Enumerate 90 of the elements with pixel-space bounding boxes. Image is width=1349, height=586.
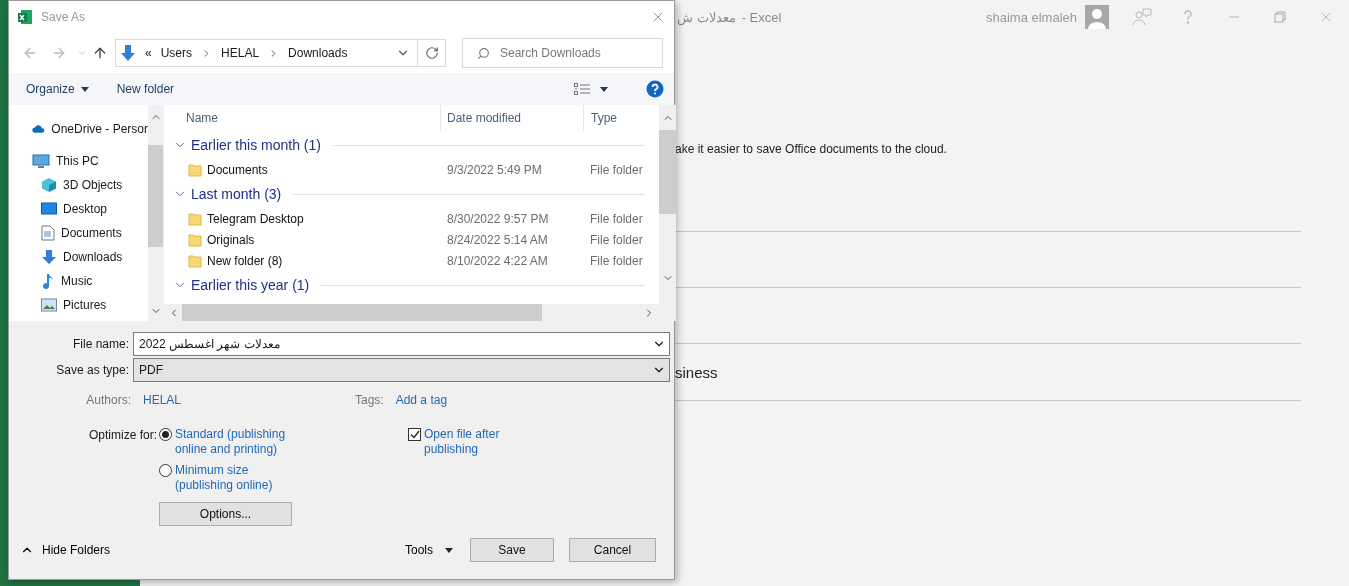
nav-item[interactable]: Desktop <box>9 197 148 221</box>
date-cell-text: 8/24/2022 5:14 AM <box>446 232 549 247</box>
dialog-title: Save As <box>41 10 86 24</box>
add-tag-link[interactable]: Add a tag <box>395 393 448 407</box>
group-header[interactable]: Last month (3) <box>191 186 282 202</box>
refresh-icon[interactable] <box>424 46 439 60</box>
recent-dropdown-icon[interactable] <box>77 48 87 58</box>
cube-icon <box>41 177 57 193</box>
nav-item[interactable]: Pictures <box>9 293 148 317</box>
tags-label: Tags: <box>355 393 385 407</box>
options-button[interactable]: Options... <box>159 502 292 526</box>
caret-icon <box>80 86 89 92</box>
nav-item[interactable]: This PC <box>9 149 148 173</box>
picture-icon <box>41 298 57 312</box>
optimize-label: Optimize for: <box>88 427 158 444</box>
file-name-field[interactable]: معدلات شهر اغسطس 2022 <box>133 331 670 356</box>
breadcrumb[interactable]: Downloads <box>288 46 348 60</box>
folder-icon <box>188 232 202 247</box>
view-options-icon[interactable] <box>574 83 590 95</box>
avatar-icon <box>1085 5 1109 29</box>
organize-button[interactable]: Organize <box>26 82 89 96</box>
group-header[interactable]: Earlier this year (1) <box>191 277 310 293</box>
scrollbar-thumb[interactable] <box>182 304 542 321</box>
nav-item[interactable]: 3D Objects <box>9 173 148 197</box>
hide-folders-button[interactable]: Hide Folders <box>20 543 111 557</box>
cloud-icon <box>32 123 46 135</box>
column-header[interactable]: Date modified <box>441 105 584 131</box>
breadcrumb[interactable]: Users <box>160 46 193 60</box>
search-field[interactable]: Search Downloads <box>462 38 663 68</box>
folder-icon <box>188 162 202 177</box>
nav-item[interactable]: Downloads <box>9 245 148 269</box>
radio-button[interactable] <box>159 464 172 477</box>
file-name[interactable]: New folder (8) <box>207 253 283 268</box>
back-icon[interactable] <box>22 45 38 61</box>
field-label: File name: <box>71 336 130 351</box>
date-cell-text: 8/10/2022 4:22 AM <box>446 253 549 268</box>
download-arrow-icon <box>120 44 136 62</box>
field-label: Save as type: <box>55 362 130 377</box>
caret-icon[interactable] <box>600 86 608 92</box>
new-folder-button[interactable]: New folder <box>116 82 175 96</box>
save-type-dropdown[interactable]: PDF <box>133 357 670 382</box>
up-icon[interactable] <box>92 45 108 61</box>
breadcrumb[interactable]: HELAL <box>221 46 260 60</box>
nav-item[interactable]: OneDrive - Persor <box>9 117 148 141</box>
search-icon <box>477 46 490 60</box>
overflow-chevron[interactable]: « <box>145 46 152 60</box>
info-text: ake it easier to save Office documents to the cloud. <box>675 142 948 156</box>
option-label: siness <box>675 362 719 383</box>
download-arrow-icon <box>41 249 57 265</box>
date-cell-text: 8/30/2022 9:57 PM <box>446 211 550 226</box>
tools-button[interactable]: Tools <box>405 543 453 557</box>
file-name[interactable]: Originals <box>207 232 255 247</box>
scrollbar-thumb[interactable] <box>659 130 676 214</box>
type-cell-text: File folder <box>589 253 644 268</box>
document-icon <box>41 225 55 241</box>
checkbox[interactable] <box>408 428 421 441</box>
forward-icon[interactable] <box>51 45 67 61</box>
folder-icon <box>188 253 202 268</box>
type-cell-text: File folder <box>589 211 644 226</box>
radio-button[interactable] <box>159 428 172 441</box>
scrollbar-thumb[interactable] <box>148 145 163 247</box>
type-cell-text: File folder <box>589 162 644 177</box>
save-button[interactable]: Save <box>470 538 554 562</box>
desktop-icon <box>41 202 57 216</box>
monitor-icon <box>32 153 50 169</box>
file-name[interactable]: Telegram Desktop <box>207 211 304 226</box>
checkbox-label[interactable]: Open file after publishing <box>424 427 500 526</box>
window-title: معدلات ش <box>677 9 736 25</box>
radio-label[interactable]: Minimum size (publishing online) <box>175 463 273 493</box>
help-icon[interactable] <box>646 80 664 98</box>
caret-icon <box>445 547 453 553</box>
folder-icon <box>188 211 202 226</box>
date-cell-text: 9/3/2022 5:49 PM <box>446 162 543 177</box>
address-bar[interactable]: « Users HELAL Downloads <box>115 39 446 67</box>
feedback-icon[interactable] <box>1132 7 1152 27</box>
nav-item[interactable]: Music <box>9 269 148 293</box>
group-header[interactable]: Earlier this month (1) <box>191 137 321 153</box>
cancel-button[interactable]: Cancel <box>569 538 656 562</box>
app-name: - Excel <box>741 9 782 25</box>
music-note-icon <box>41 273 55 289</box>
authors-link[interactable]: HELAL <box>143 393 355 407</box>
authors-label: Authors: <box>85 393 132 407</box>
file-name[interactable]: Documents <box>207 162 268 177</box>
restore-icon[interactable] <box>1274 11 1286 23</box>
type-cell-text: File folder <box>589 232 644 247</box>
nav-item[interactable]: Documents <box>9 221 148 245</box>
column-header[interactable]: Name <box>164 105 441 131</box>
column-header[interactable]: Type <box>584 105 659 131</box>
radio-label[interactable]: Standard (publishing online and printing) <box>175 427 286 457</box>
excel-icon <box>17 9 33 25</box>
